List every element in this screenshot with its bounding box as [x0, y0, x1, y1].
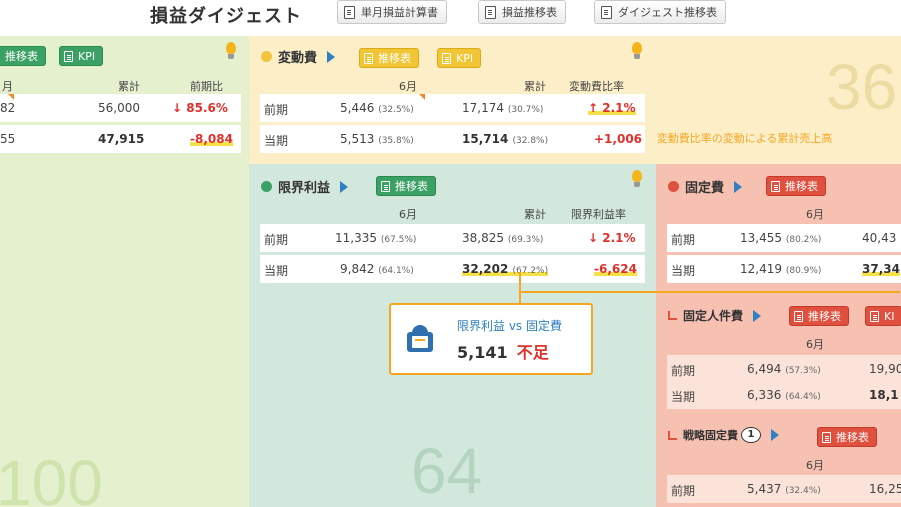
variable-ratio-note: → 変動費比率の変動による累計売上高 [656, 132, 833, 145]
variable-trend-tag[interactable]: 推移表 [359, 48, 419, 68]
table-row-curr: 当期 12,419 (80.9%) 37,34 [667, 255, 901, 283]
col-cumulative: 累計 [118, 80, 140, 93]
note-marker [8, 94, 14, 100]
fixed-cost-panel: 固定費 推移表 6月 前期 13,455 (80.2%) 40,43 当期 12… [656, 164, 901, 507]
digest-trend-button[interactable]: ダイジェスト推移表 [594, 0, 726, 24]
red-dot-icon [668, 181, 679, 192]
hint-bulb-icon[interactable] [225, 42, 237, 60]
fixed-trend-tag[interactable]: 推移表 [766, 176, 826, 196]
table-row-prev: 前期 13,455 (80.2%) 40,43 [667, 224, 901, 252]
monthly-pl-button[interactable]: 単月損益計算書 [337, 0, 447, 24]
personnel-cost-title: 固定人件費 [668, 307, 771, 324]
document-icon [64, 50, 73, 62]
callout-value: 5,141 不足 [457, 343, 549, 362]
callout-connector [519, 272, 521, 303]
page-title: 損益ダイジェスト [150, 6, 302, 27]
table-row-prev: 前期 5,446 (32.5%) 17,174 (30.7%) ↑ 2.1% [260, 94, 645, 122]
document-icon [364, 52, 373, 64]
personnel-kpi-tag[interactable]: KI [865, 306, 901, 326]
play-icon[interactable] [734, 180, 743, 193]
fixed-cost-title: 固定費 [668, 177, 752, 196]
play-icon[interactable] [340, 180, 349, 193]
sales-trend-tag[interactable]: 推移表 [0, 46, 46, 66]
tree-branch-icon [668, 430, 677, 440]
strategic-trend-tag[interactable]: 推移表 [817, 427, 877, 447]
personnel-trend-tag[interactable]: 推移表 [789, 306, 849, 326]
document-icon [794, 310, 803, 322]
profit-vs-fixed-callout: 限界利益 vs 固定費 5,141 不足 [389, 303, 593, 375]
sales-panel: 推移表 KPI 月 累計 前期比 82 56,000 ↓ 85.6% 55 47… [0, 36, 249, 507]
note-marker [419, 94, 425, 100]
down-arrow-icon: ↓ [588, 231, 599, 245]
table-row-prev: 前期 5,437 (32.4%) 16,25 [667, 475, 901, 503]
document-icon [771, 180, 780, 192]
document-icon [344, 5, 355, 19]
strategic-cost-title: 戦略固定費 1 [668, 427, 789, 443]
marginal-big-number: 64 [411, 435, 483, 507]
variable-kpi-tag[interactable]: KPI [437, 48, 482, 68]
ratio-down: ↓ 85.6% [172, 101, 228, 115]
marginal-profit-title: 限界利益 [261, 177, 358, 196]
report-icon [407, 325, 433, 353]
page-header: 損益ダイジェスト 単月損益計算書 損益推移表 ダイジェスト推移表 [0, 0, 901, 36]
tree-branch-icon [668, 311, 677, 320]
callout-title: 限界利益 vs 固定費 [457, 319, 562, 333]
hint-bulb-icon[interactable] [631, 42, 643, 60]
callout-connector [520, 291, 900, 293]
table-row-prev: 82 56,000 ↓ 85.6% [0, 94, 241, 122]
marginal-trend-tag[interactable]: 推移表 [376, 176, 436, 196]
play-icon[interactable] [771, 429, 779, 441]
variable-cost-panel-extension: 36 → 変動費比率の変動による累計売上高 [656, 36, 901, 164]
hint-bulb-icon[interactable] [631, 170, 643, 188]
up-arrow-icon: ↑ [588, 101, 599, 115]
document-icon [442, 52, 451, 64]
play-icon[interactable] [327, 50, 336, 63]
variable-cost-panel: 変動費 推移表 KPI 6月 累計 変動費比率 前期 5,446 (32.5%)… [249, 36, 656, 164]
table-row-curr: 当期 6,336 (64.4%) 18,1 [667, 381, 901, 409]
document-icon [485, 5, 496, 19]
table-row-curr: 当期 5,513 (35.8%) 15,714 (32.8%) +1,006 [260, 125, 645, 153]
green-dot-icon [261, 181, 272, 192]
variable-big-number: 36 [826, 51, 898, 123]
table-row-curr: 55 47,915 -8,084 [0, 125, 241, 153]
document-icon [870, 310, 879, 322]
variable-cost-title: 変動費 [261, 47, 345, 66]
table-row-prev: 前期 6,494 (57.3%) 19,90 [667, 355, 901, 383]
table-row-curr: 当期 9,842 (64.1%) 32,202 (67.2%) -6,624 [260, 255, 645, 283]
col-month: 月 [2, 80, 13, 93]
document-icon [601, 5, 612, 19]
document-icon [381, 180, 390, 192]
sales-big-number: 100 [0, 447, 103, 507]
down-arrow-icon: ↓ [172, 101, 183, 115]
table-row-prev: 前期 11,335 (67.5%) 38,825 (69.3%) ↓ 2.1% [260, 224, 645, 252]
shortfall-label: 不足 [516, 343, 549, 362]
play-icon[interactable] [753, 309, 762, 322]
yellow-dot-icon [261, 51, 272, 62]
sales-kpi-tag[interactable]: KPI [59, 46, 104, 66]
col-ratio: 前期比 [190, 80, 223, 93]
document-icon [822, 431, 831, 443]
comment-bubble-icon[interactable]: 1 [741, 427, 761, 443]
pl-trend-button[interactable]: 損益推移表 [478, 0, 566, 24]
